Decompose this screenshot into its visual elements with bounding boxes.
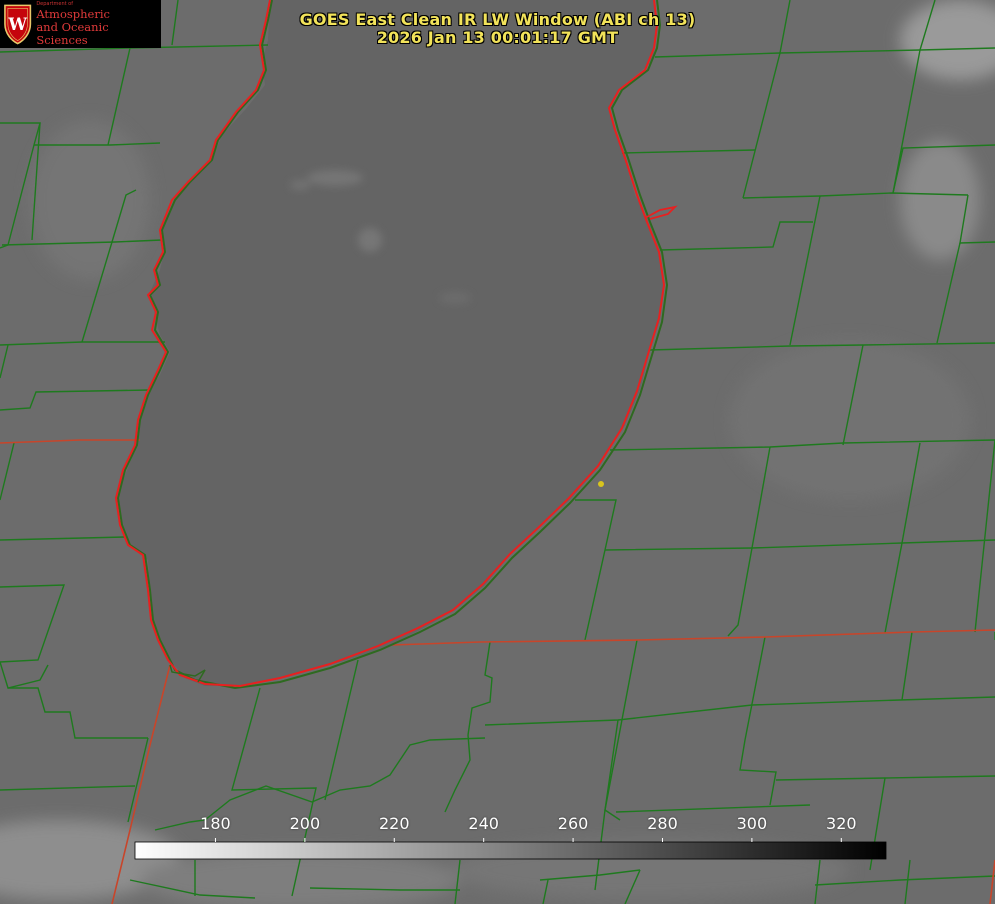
image-title: GOES East Clean IR LW Window (ABI ch 13)…	[0, 11, 995, 47]
colorbar-tick-label: 320	[826, 814, 857, 833]
colorbar-tick-label: 220	[378, 814, 410, 833]
colorbar-tick-label: 180	[200, 814, 231, 833]
title-timestamp: 2026 Jan 13 00:01:17 GMT	[376, 28, 619, 47]
colorbar-tick-label: 300	[736, 814, 768, 833]
colorbar-tick-label: 260	[557, 814, 589, 833]
title-channel: GOES East Clean IR LW Window (ABI ch 13)	[299, 10, 696, 29]
station-marker	[598, 481, 604, 487]
ir-satellite-map	[0, 0, 995, 904]
colorbar-tick-label: 200	[289, 814, 321, 833]
colorbar-tick-label: 280	[647, 814, 678, 833]
satellite-viewer: W Department of Atmospheric and Oceanic …	[0, 0, 995, 904]
colorbar-tick-label: 240	[468, 814, 499, 833]
colorbar-gradient	[134, 841, 887, 860]
